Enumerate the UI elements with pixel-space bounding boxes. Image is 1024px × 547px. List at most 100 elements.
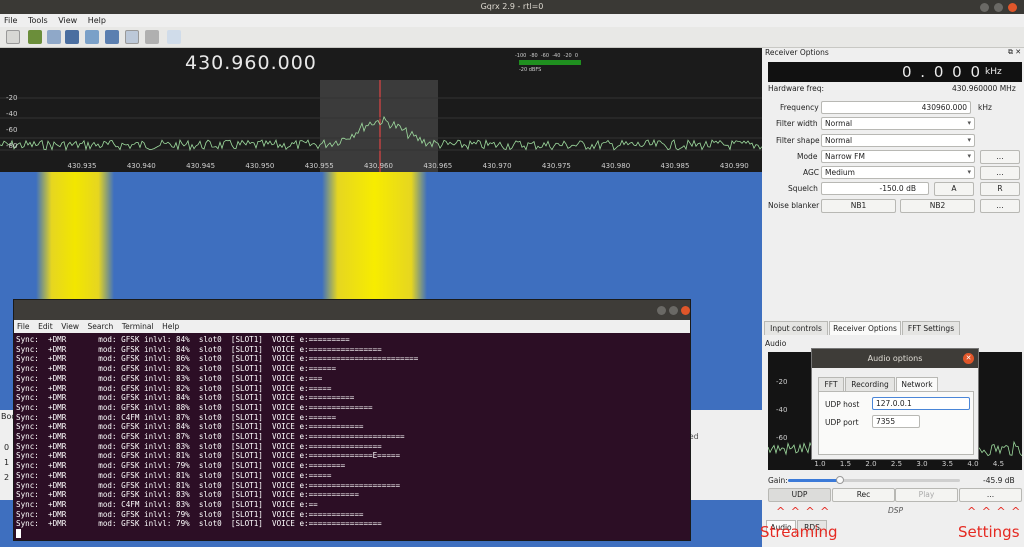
udp-port-input[interactable]: 7355 [872,415,920,428]
terminal-line: Sync: +DMR mod: GFSK inlvl: 82% slot0 [S… [16,364,337,374]
rec-button[interactable]: Rec [832,488,895,502]
terminal-line: Sync: +DMR mod: GFSK inlvl: 81% slot0 [S… [16,470,332,480]
window-titlebar: Gqrx 2.9 - rtl=0 [0,0,1024,14]
settings-annotation: Settings [958,523,1020,541]
squelch-input[interactable]: -150.0 dB [821,182,929,195]
terminal-menu-file[interactable]: File [14,320,33,333]
terminal-menu-help[interactable]: Help [159,320,182,333]
terminal-maximize-button[interactable] [669,306,678,315]
minimize-button[interactable] [980,3,989,12]
filter-width-select[interactable]: Normal [821,117,975,130]
udp-button[interactable]: UDP [768,488,831,502]
terminal-line: Sync: +DMR mod: GFSK inlvl: 83% slot0 [S… [16,373,323,383]
noise-blanker-label: Noise blanker [768,201,820,210]
agc-select[interactable]: Medium [821,166,975,179]
audio-db-tick-label: -40 [776,406,787,414]
close-button[interactable] [1008,3,1017,12]
audio-options-titlebar: Audio options ✕ [812,349,978,368]
screenshot-icon[interactable] [105,30,119,44]
squelch-reset-button[interactable]: R [980,182,1020,196]
bookmark-row-2[interactable]: 2 [4,473,9,482]
terminal-menu-view[interactable]: View [58,320,82,333]
fullscreen-icon[interactable] [167,30,181,44]
db-tick-label: -40 [6,110,17,118]
start-dsp-icon[interactable] [6,30,20,44]
save-as-icon[interactable] [85,30,99,44]
menu-file[interactable]: File [0,14,21,27]
dialog-tab-fft[interactable]: FFT [818,377,844,391]
streaming-carets: ^ ^ ^ ^ [776,505,831,518]
dsp-label: DSP [888,506,904,515]
freq-tick-label: 430.960 [364,162,393,170]
gain-label: Gain: [768,476,788,485]
squelch-value: -150.0 dB [879,184,916,193]
terminal-menu-terminal[interactable]: Terminal [119,320,157,333]
mode-options-button[interactable]: ... [980,150,1020,164]
menu-view[interactable]: View [54,14,81,27]
filter-passband[interactable] [320,80,438,172]
terminal-close-button[interactable] [681,306,690,315]
terminal-menu-search[interactable]: Search [85,320,117,333]
terminal-line: Sync: +DMR mod: GFSK inlvl: 82% slot0 [S… [16,383,332,393]
filter-shape-value: Normal [825,136,853,145]
terminal-line: Sync: +DMR mod: GFSK inlvl: 83% slot0 [S… [16,441,382,451]
terminal-minimize-button[interactable] [657,306,666,315]
dialog-tab-network[interactable]: Network [896,377,938,391]
audio-freq-tick-label: 1.0 [814,460,825,468]
lnb-display: 0 . 0 0 0 [768,62,1022,82]
squelch-auto-button[interactable]: A [934,182,974,196]
terminal-window[interactable]: File Edit View Search Terminal Help Sync… [13,299,691,541]
freq-tick-label: 430.990 [720,162,749,170]
frequency-unit: kHz [978,103,992,112]
freq-tick-label: 430.935 [68,162,97,170]
tab-receiver-options[interactable]: Receiver Options [829,321,901,335]
save-settings-icon[interactable] [65,30,79,44]
terminal-titlebar [14,300,690,320]
terminal-menu-edit[interactable]: Edit [35,320,56,333]
gain-slider-handle[interactable] [835,476,844,484]
freq-tick-label: 430.950 [245,162,274,170]
bookmark-row-1[interactable]: 1 [4,458,9,467]
toggle-panel-icon[interactable] [125,30,139,44]
frequency-input[interactable]: 430960.000 [821,101,971,114]
io-device-icon[interactable] [28,30,42,44]
gain-slider-fill [788,479,840,482]
dialog-tab-recording[interactable]: Recording [845,377,895,391]
panel-float-icon[interactable]: ⧉ ✕ [1008,48,1021,57]
audio-freq-tick-label: 3.0 [916,460,927,468]
remote-control-icon[interactable] [145,30,159,44]
maximize-button[interactable] [994,3,1003,12]
nb2-button[interactable]: NB2 [900,199,975,213]
bookmark-row-0[interactable]: 0 [4,443,9,452]
freq-tick-label: 430.955 [305,162,334,170]
mode-select[interactable]: Narrow FM [821,150,975,163]
hw-freq-label: Hardware freq: [768,84,825,93]
nb1-button[interactable]: NB1 [821,199,896,213]
audio-header: Audio [765,339,787,348]
udp-host-input[interactable]: 127.0.0.1 [872,397,970,410]
tab-fft-settings[interactable]: FFT Settings [902,321,960,335]
audio-options-dialog[interactable]: Audio options ✕ FFT Recording Network UD… [811,348,979,460]
spectrum-plot[interactable]: -20 -40 -60 -80 430.935 430.940 430.945 430.95… [0,48,763,172]
audio-options-button[interactable]: ... [959,488,1022,502]
agc-options-button[interactable]: ... [980,166,1020,180]
dialog-close-icon[interactable]: ✕ [963,353,974,364]
audio-db-tick-label: -20 [776,378,787,386]
nb-options-button[interactable]: ... [980,199,1020,213]
audio-freq-tick-label: 1.5 [840,460,851,468]
freq-tick-label: 430.965 [423,162,452,170]
open-settings-icon[interactable] [47,30,61,44]
terminal-line: Sync: +DMR mod: GFSK inlvl: 81% slot0 [S… [16,451,401,461]
signal-meter-bar [519,60,581,65]
gain-slider[interactable] [788,476,960,484]
play-button[interactable]: Play [895,488,958,502]
settings-carets: ^ ^ ^ ^ [967,505,1022,518]
menu-help[interactable]: Help [84,14,110,27]
audio-freq-tick-label: 2.5 [891,460,902,468]
gain-value: -45.9 dB [983,476,1015,485]
terminal-line: Sync: +DMR mod: GFSK inlvl: 86% slot0 [S… [16,354,419,364]
terminal-line: Sync: +DMR mod: GFSK inlvl: 79% slot0 [S… [16,519,382,529]
menu-tools[interactable]: Tools [24,14,52,27]
tab-input-controls[interactable]: Input controls [764,321,828,335]
filter-shape-select[interactable]: Normal [821,134,975,147]
